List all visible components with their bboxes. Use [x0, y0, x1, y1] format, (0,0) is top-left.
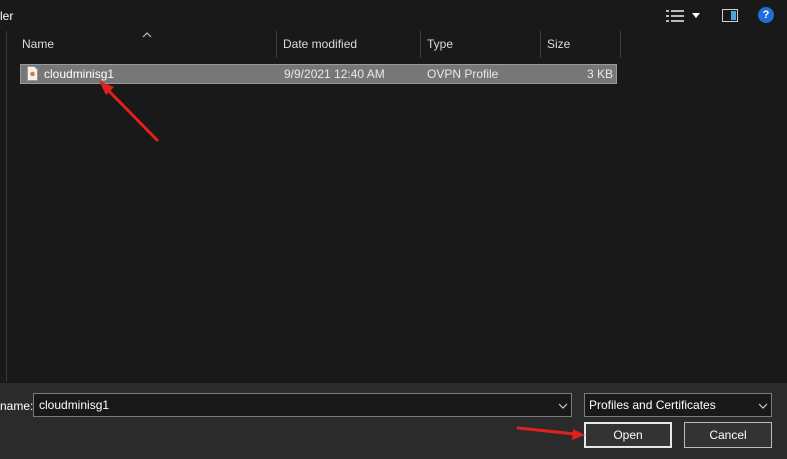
help-icon[interactable]: ?	[758, 7, 774, 23]
cancel-button[interactable]: Cancel	[684, 422, 772, 448]
file-date-modified: 9/9/2021 12:40 AM	[284, 67, 385, 81]
file-name-label: name:	[0, 399, 34, 413]
file-size: 3 KB	[586, 67, 613, 81]
dialog-toolbar: ler ?	[0, 0, 787, 31]
column-header-name[interactable]: Name	[16, 31, 277, 58]
file-name-input[interactable]: cloudminisg1	[33, 393, 572, 417]
file-name-value: cloudminisg1	[39, 398, 110, 412]
column-header-date-label: Date modified	[283, 37, 358, 51]
file-type-value: Profiles and Certificates	[589, 398, 716, 412]
column-header-type-label: Type	[427, 37, 454, 51]
dropdown-arrow-icon[interactable]	[692, 13, 700, 18]
chevron-down-icon[interactable]	[558, 403, 568, 409]
view-options-icon[interactable]	[666, 9, 684, 23]
file-row-selected[interactable]: cloudminisg1 9/9/2021 12:40 AM OVPN Prof…	[20, 64, 617, 84]
folder-title-fragment: ler	[0, 9, 14, 23]
column-header-date-modified[interactable]: Date modified	[277, 31, 421, 58]
column-header-type[interactable]: Type	[421, 31, 541, 58]
column-header-name-label: Name	[22, 37, 55, 51]
column-header-size[interactable]: Size	[541, 31, 621, 58]
chevron-down-icon[interactable]	[758, 403, 768, 409]
dialog-footer: name: cloudminisg1 Profiles and Certific…	[0, 383, 787, 459]
preview-pane-icon[interactable]	[722, 9, 738, 22]
ovpn-file-icon	[27, 66, 38, 81]
file-list[interactable]: Name Date modified Type Size cloudminisg…	[8, 31, 787, 383]
file-type-select[interactable]: Profiles and Certificates	[584, 393, 772, 417]
open-button[interactable]: Open	[584, 422, 672, 448]
file-name: cloudminisg1	[44, 67, 115, 81]
file-type: OVPN Profile	[427, 67, 499, 81]
column-header-size-label: Size	[547, 37, 571, 51]
navigation-pane-edge[interactable]	[2, 31, 7, 381]
